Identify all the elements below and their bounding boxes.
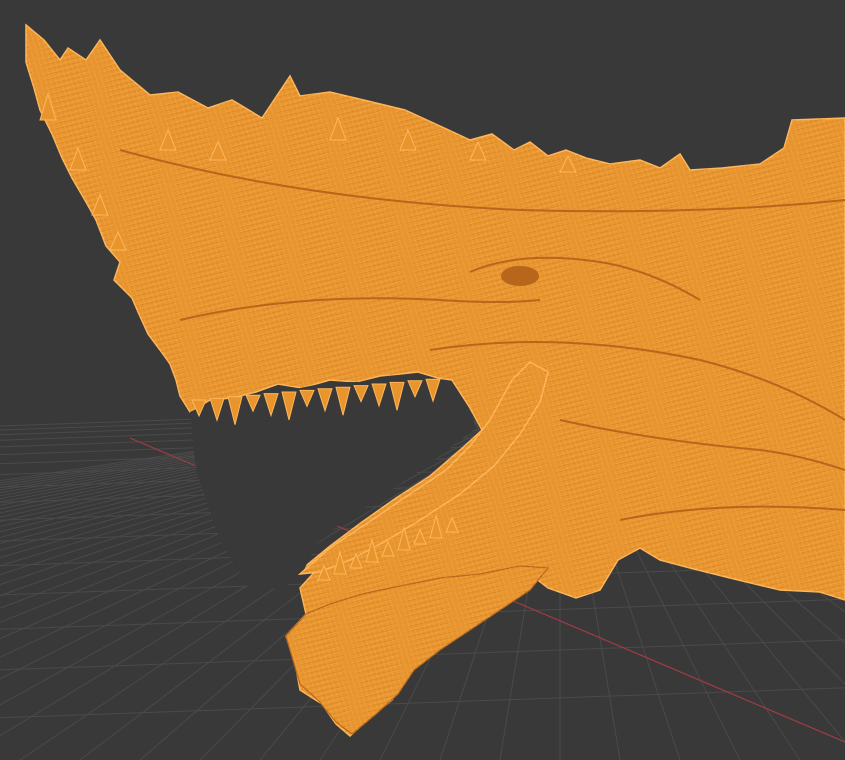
eye-socket [501, 266, 539, 286]
dragon-head-mesh-icon[interactable] [25, 23, 845, 738]
3d-viewport[interactable] [0, 0, 845, 760]
viewport-canvas[interactable] [0, 0, 845, 760]
grid-line [0, 687, 845, 719]
